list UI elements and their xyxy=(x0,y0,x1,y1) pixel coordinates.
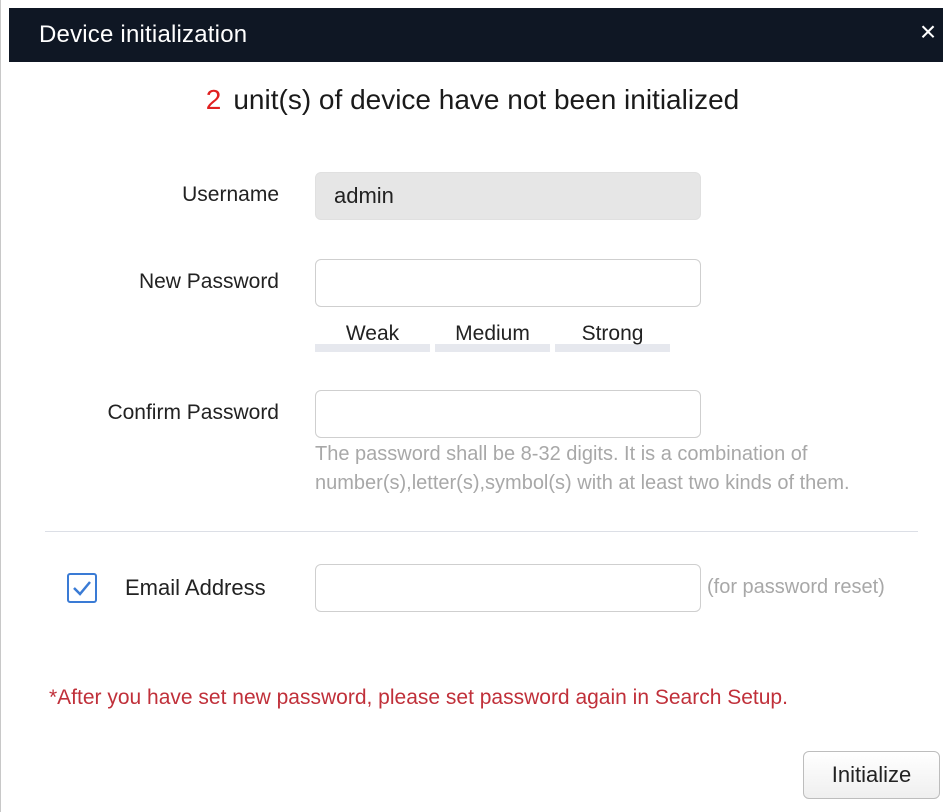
username-label: Username xyxy=(182,183,279,206)
confirm-password-field[interactable] xyxy=(315,390,701,438)
email-checkbox[interactable] xyxy=(67,573,97,603)
username-field[interactable] xyxy=(315,172,701,220)
checkmark-icon xyxy=(73,581,91,596)
new-password-field[interactable] xyxy=(315,259,701,307)
new-password-label: New Password xyxy=(138,270,279,293)
email-address-label: Email Address xyxy=(125,575,266,600)
top-strip xyxy=(1,0,943,8)
uninitialized-count: 2 xyxy=(205,84,222,115)
password-reset-note: (for password reset) xyxy=(707,576,885,598)
strength-weak: Weak xyxy=(315,322,430,352)
close-icon[interactable]: × xyxy=(916,16,940,48)
device-initialization-dialog: Device initialization × 2 unit(s) of devi… xyxy=(0,0,943,812)
confirm-password-label: Confirm Password xyxy=(107,401,279,424)
search-setup-warning: *After you have set new password, please… xyxy=(49,686,788,709)
title-bar: Device initialization × xyxy=(9,8,943,62)
uninitialized-message: 2 unit(s) of device have not been initial… xyxy=(1,84,943,116)
section-divider xyxy=(45,531,918,532)
strength-strong: Strong xyxy=(555,322,670,352)
initialize-button[interactable]: Initialize xyxy=(803,751,940,799)
dialog-title: Device initialization xyxy=(39,21,248,48)
strength-medium: Medium xyxy=(435,322,550,352)
uninitialized-text: unit(s) of device have not been initiali… xyxy=(233,84,740,115)
email-address-field[interactable] xyxy=(315,564,701,612)
password-hint: The password shall be 8-32 digits. It is… xyxy=(315,443,850,494)
